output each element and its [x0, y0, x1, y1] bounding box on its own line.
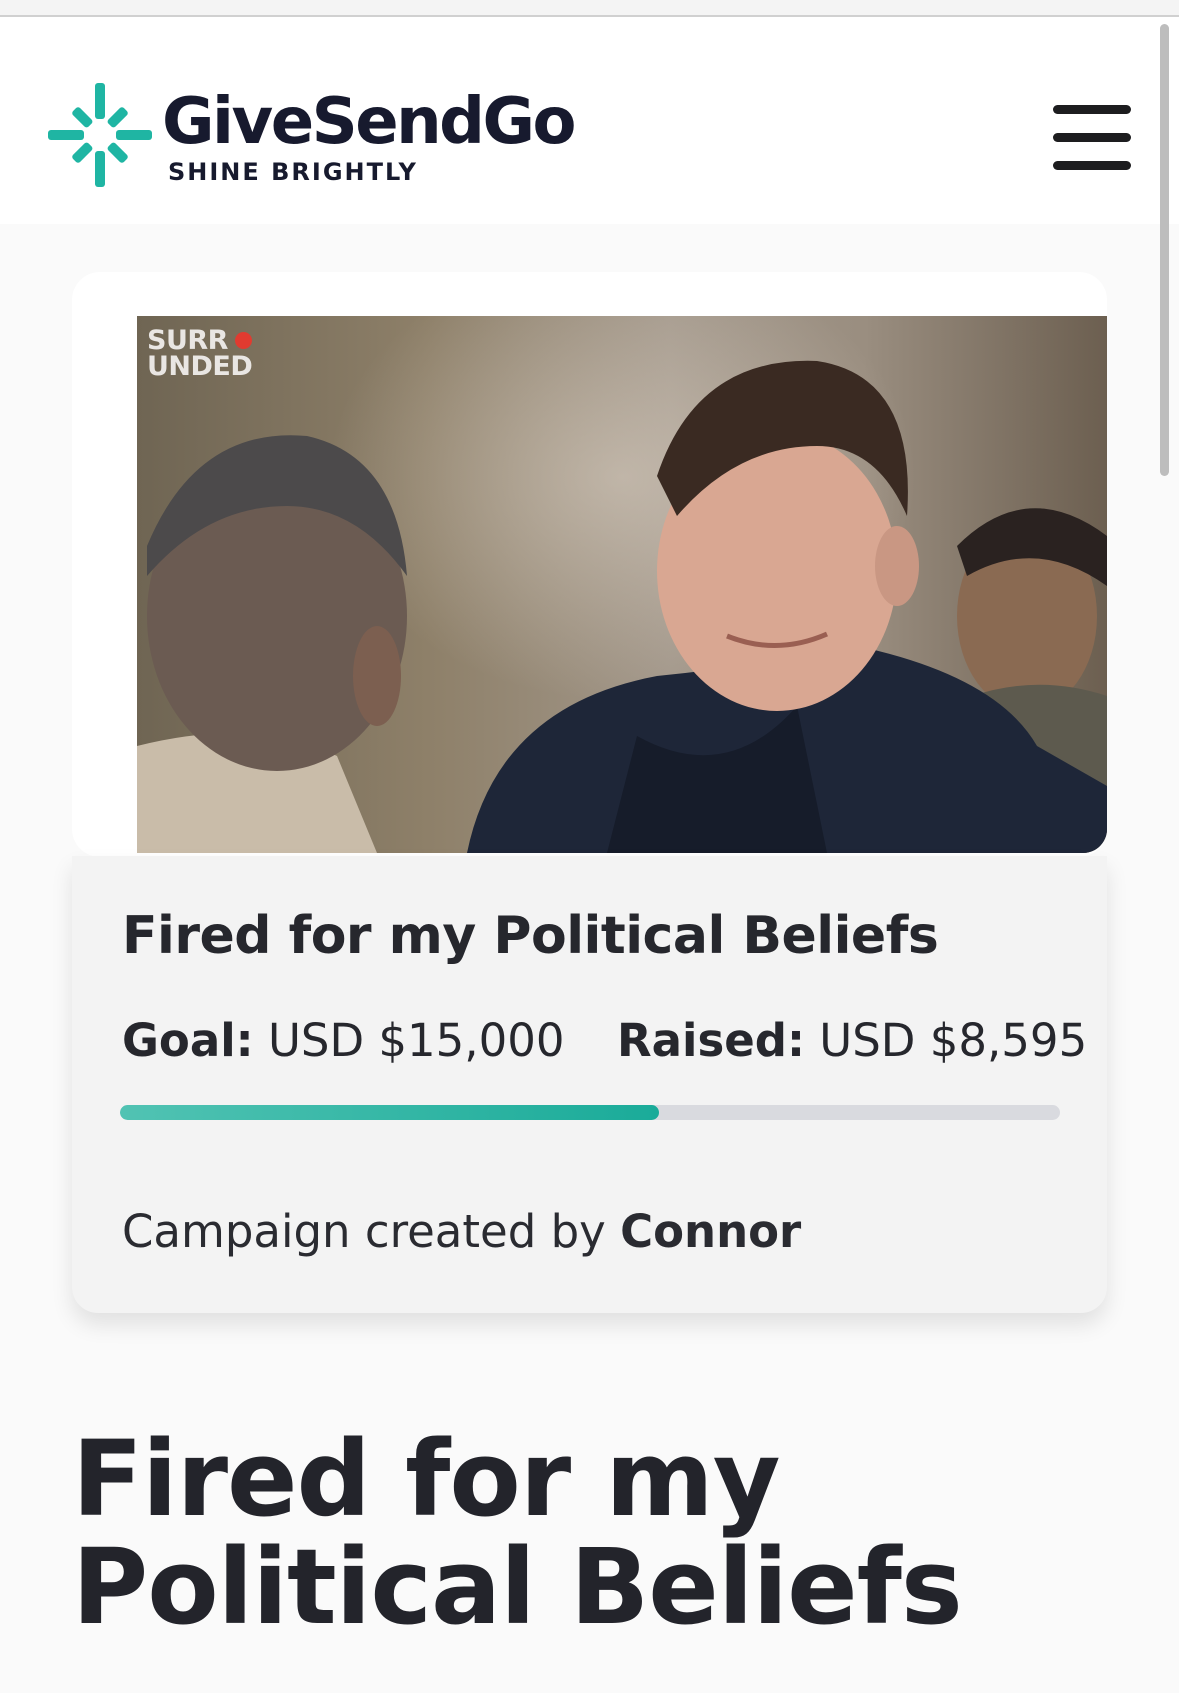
goal-amount: Goal: USD $15,000 — [122, 1014, 565, 1067]
hamburger-menu-icon[interactable] — [1050, 101, 1134, 175]
funding-progress-bar — [120, 1105, 1060, 1120]
brand-tagline: SHINE BRIGHTLY — [168, 158, 418, 186]
campaign-photo[interactable]: SURR UNDED — [137, 316, 1107, 853]
brand-name: GiveSendGo — [162, 85, 576, 159]
funding-progress-fill — [120, 1105, 659, 1120]
campaign-creator: Campaign created by Connor — [122, 1205, 802, 1258]
campaign-card-title[interactable]: Fired for my Political Beliefs — [122, 906, 939, 966]
page-title: Fired for my Political Beliefs — [72, 1418, 963, 1648]
sunburst-logo-icon — [48, 83, 152, 187]
campaign-summary-card: Fired for my Political Beliefs Goal: USD… — [72, 856, 1107, 1313]
brand-logo[interactable]: GiveSendGo SHINE BRIGHTLY — [44, 79, 576, 191]
creator-name-link[interactable]: Connor — [620, 1205, 801, 1258]
site-header: GiveSendGo SHINE BRIGHTLY — [0, 17, 1179, 224]
campaign-photo-illustration — [137, 360, 1107, 853]
recording-dot-icon — [235, 332, 252, 349]
raised-amount: Raised: USD $8,595 — [617, 1014, 1088, 1067]
page-scrollbar[interactable] — [1160, 24, 1169, 476]
browser-top-edge — [0, 0, 1179, 17]
